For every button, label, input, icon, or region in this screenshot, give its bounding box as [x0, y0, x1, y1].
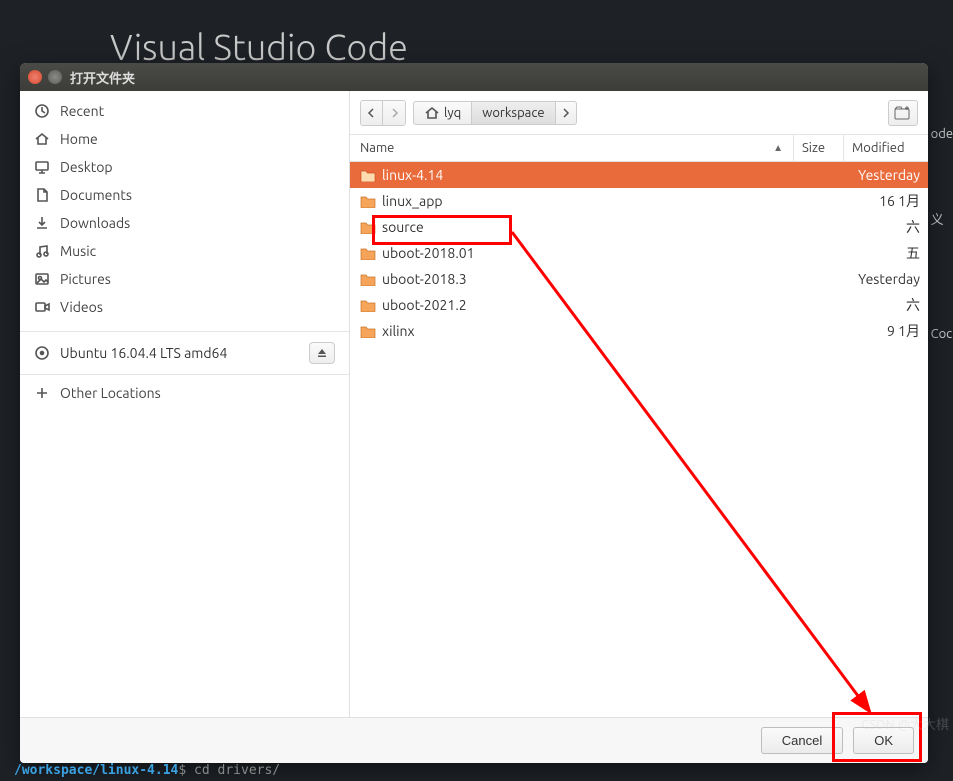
home-icon: [424, 105, 440, 121]
sidebar-item-videos[interactable]: Videos: [20, 293, 349, 321]
main-panel: lyq workspace Name▲ Size Modified linux-…: [350, 91, 928, 717]
videos-icon: [34, 299, 50, 315]
file-modified: 9 1月: [844, 321, 928, 341]
file-name: source: [382, 219, 424, 235]
file-row[interactable]: source 六: [350, 214, 928, 240]
file-row[interactable]: uboot-2021.2 六: [350, 292, 928, 318]
sidebar-item-music[interactable]: Music: [20, 237, 349, 265]
pictures-icon: [34, 271, 50, 287]
eject-button[interactable]: [309, 342, 335, 364]
watermark: CSDN @大大棋: [861, 714, 949, 733]
sidebar-item-home[interactable]: Home: [20, 125, 349, 153]
nav-back-button[interactable]: [361, 101, 383, 125]
background-fragments: ode 义 Coc: [931, 120, 953, 348]
file-list[interactable]: linux-4.14 Yesterday linux_app 16 1月 source 六…: [350, 162, 928, 717]
col-name-header[interactable]: Name▲: [350, 135, 794, 161]
new-folder-button[interactable]: [888, 100, 918, 126]
sidebar-mount[interactable]: Ubuntu 16.04.4 LTS amd64: [20, 336, 349, 370]
app-title: Visual Studio Code: [110, 26, 408, 67]
pathbar: lyq workspace: [350, 91, 928, 135]
cancel-button[interactable]: Cancel: [761, 727, 843, 754]
column-header: Name▲ Size Modified: [350, 135, 928, 162]
folder-icon: [360, 168, 376, 182]
crumb-forward[interactable]: [555, 101, 577, 125]
file-name: xilinx: [382, 323, 415, 339]
folder-icon: [360, 220, 376, 234]
col-modified-header[interactable]: Modified: [844, 135, 928, 161]
documents-icon: [34, 187, 50, 203]
dialog-footer: Cancel OK: [20, 717, 928, 763]
file-name: uboot-2018.3: [382, 271, 467, 287]
sidebar-item-pictures[interactable]: Pictures: [20, 265, 349, 293]
sidebar-item-label: Videos: [60, 299, 103, 315]
titlebar[interactable]: 打开文件夹: [20, 63, 928, 91]
file-row[interactable]: linux_app 16 1月: [350, 188, 928, 214]
sidebar-item-label: Recent: [60, 103, 104, 119]
file-row[interactable]: uboot-2018.01 五: [350, 240, 928, 266]
sidebar-item-downloads[interactable]: Downloads: [20, 209, 349, 237]
crumb-home[interactable]: lyq: [413, 101, 472, 125]
sidebar-item-recent[interactable]: Recent: [20, 97, 349, 125]
file-row[interactable]: xilinx 9 1月: [350, 318, 928, 344]
file-name: linux-4.14: [382, 167, 443, 183]
terminal-fragment: /workspace/linux-4.14$ cd drivers/: [0, 763, 953, 781]
file-name: linux_app: [382, 193, 443, 209]
close-icon[interactable]: [28, 70, 42, 84]
file-modified: Yesterday: [844, 271, 928, 287]
sidebar: Recent Home Desktop Documents Downloads Music…: [20, 91, 350, 717]
disk-icon: [34, 345, 50, 361]
sidebar-item-label: Desktop: [60, 159, 113, 175]
minimize-icon[interactable]: [48, 70, 62, 84]
crumb-workspace[interactable]: workspace: [471, 101, 555, 125]
file-modified: 六: [844, 295, 928, 315]
file-modified: 16 1月: [844, 191, 928, 211]
home-icon: [34, 131, 50, 147]
folder-icon: [360, 246, 376, 260]
col-size-header[interactable]: Size: [794, 135, 844, 161]
file-row[interactable]: uboot-2018.3 Yesterday: [350, 266, 928, 292]
sort-asc-icon: ▲: [773, 142, 783, 154]
plus-icon: [34, 385, 50, 401]
desktop-icon: [34, 159, 50, 175]
file-name: uboot-2021.2: [382, 297, 467, 313]
file-modified: 五: [844, 243, 928, 263]
music-icon: [34, 243, 50, 259]
folder-icon: [360, 194, 376, 208]
folder-icon: [360, 324, 376, 338]
sidebar-item-desktop[interactable]: Desktop: [20, 153, 349, 181]
sidebar-mount-label: Ubuntu 16.04.4 LTS amd64: [60, 345, 227, 361]
folder-icon: [360, 298, 376, 312]
file-modified: Yesterday: [844, 167, 928, 183]
open-folder-dialog: 打开文件夹 Recent Home Desktop Documents Download…: [20, 63, 928, 763]
nav-forward-button[interactable]: [383, 101, 405, 125]
sidebar-item-label: Other Locations: [60, 385, 161, 401]
sidebar-item-label: Documents: [60, 187, 132, 203]
sidebar-item-label: Home: [60, 131, 98, 147]
breadcrumb: lyq workspace: [414, 101, 577, 125]
downloads-icon: [34, 215, 50, 231]
file-name: uboot-2018.01: [382, 245, 475, 261]
dialog-title: 打开文件夹: [70, 68, 135, 87]
folder-icon: [360, 272, 376, 286]
sidebar-item-label: Downloads: [60, 215, 130, 231]
sidebar-other-locations[interactable]: Other Locations: [20, 379, 349, 407]
sidebar-item-documents[interactable]: Documents: [20, 181, 349, 209]
file-row[interactable]: linux-4.14 Yesterday: [350, 162, 928, 188]
recent-icon: [34, 103, 50, 119]
sidebar-item-label: Pictures: [60, 271, 111, 287]
file-modified: 六: [844, 217, 928, 237]
sidebar-item-label: Music: [60, 243, 96, 259]
